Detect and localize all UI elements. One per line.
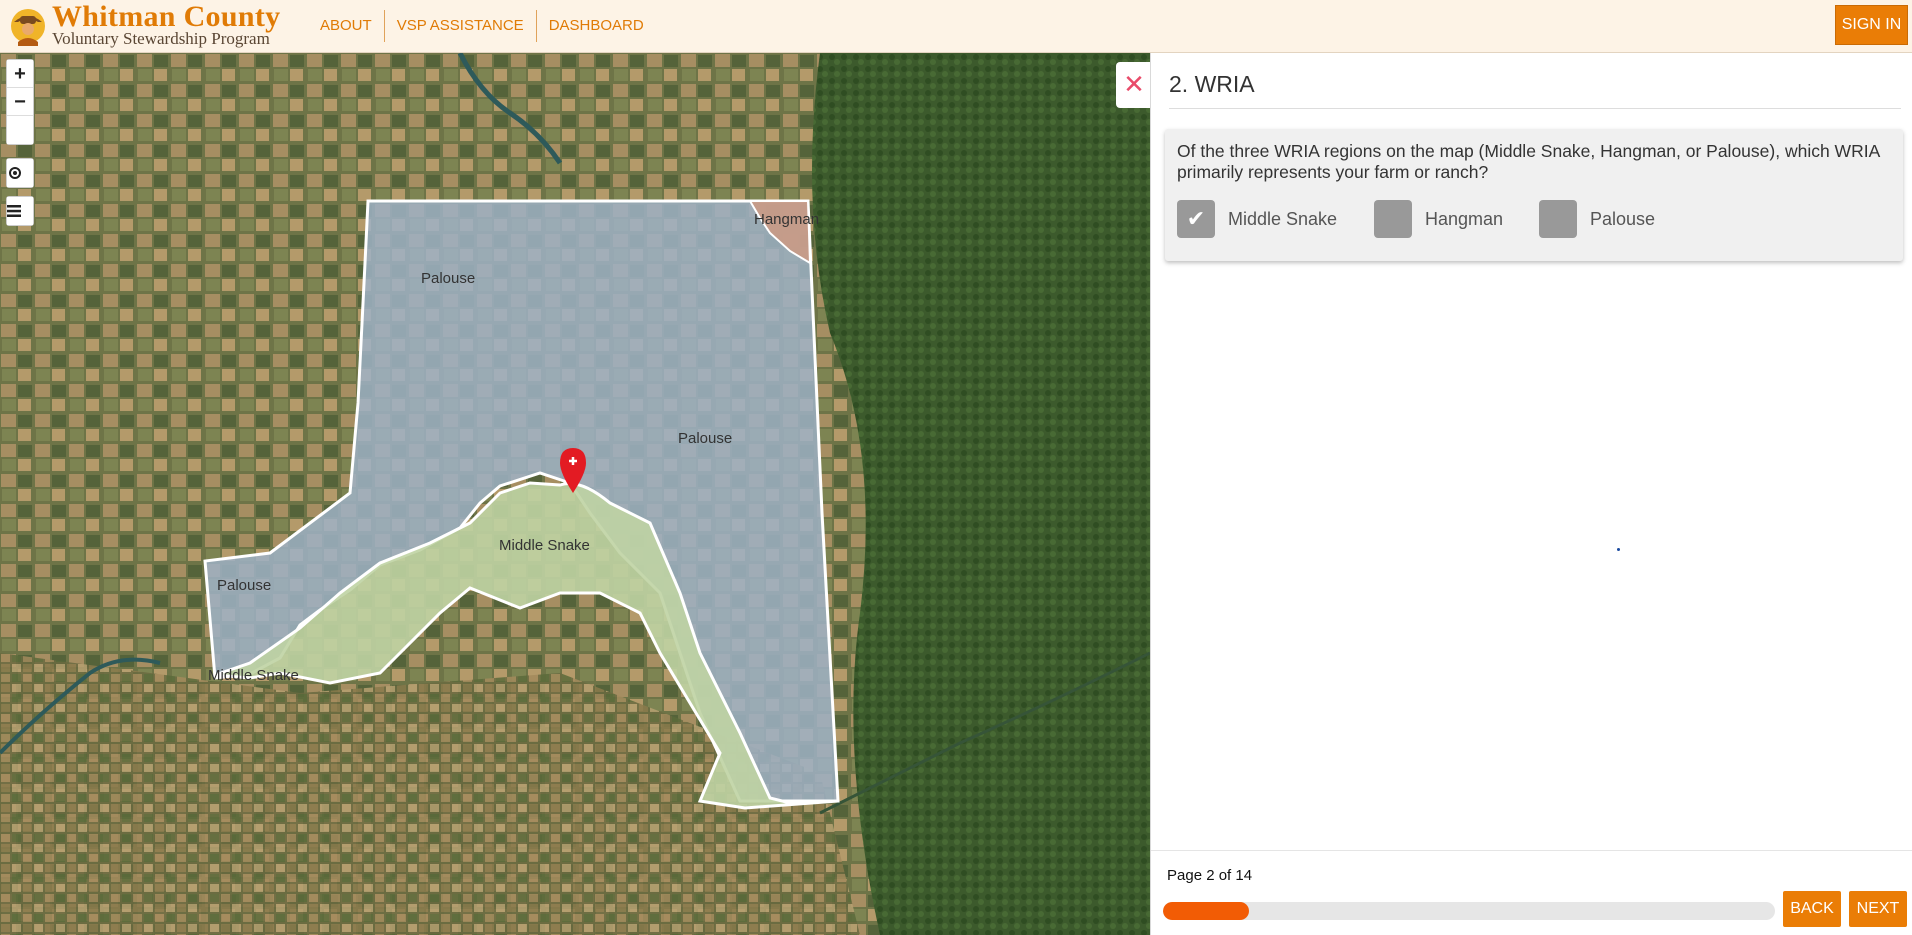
- zoom-spacer: [7, 116, 33, 144]
- survey-footer: Page 2 of 14 BACK NEXT: [1151, 850, 1912, 935]
- nav-dashboard[interactable]: DASHBOARD: [535, 10, 656, 42]
- question-title: 2. WRIA: [1169, 71, 1901, 109]
- option-hangman[interactable]: Hangman: [1374, 199, 1503, 239]
- checkbox-checked[interactable]: ✔: [1177, 200, 1215, 238]
- close-icon[interactable]: ✕: [1116, 62, 1152, 108]
- region-label-palouse-north: Palouse: [421, 270, 476, 287]
- zoom-in-button[interactable]: +: [7, 60, 33, 88]
- option-label: Hangman: [1425, 208, 1504, 229]
- top-header: Whitman County Voluntary Stewardship Pro…: [0, 0, 1912, 53]
- option-middle-snake[interactable]: ✔ Middle Snake: [1177, 199, 1337, 239]
- nav-about[interactable]: ABOUT: [308, 10, 384, 42]
- main-nav: ABOUT VSP ASSISTANCE DASHBOARD: [308, 10, 656, 42]
- logo-subtitle: Voluntary Stewardship Program: [52, 29, 270, 48]
- next-button[interactable]: NEXT: [1849, 891, 1907, 927]
- locate-control: [6, 158, 34, 188]
- site-logo[interactable]: Whitman County Voluntary Stewardship Pro…: [8, 0, 282, 50]
- zoom-out-button[interactable]: −: [7, 88, 33, 116]
- map-view[interactable]: Hangman Palouse Palouse Middle Snake Pal…: [0, 53, 1150, 935]
- nav-vsp-assistance[interactable]: VSP ASSISTANCE: [383, 10, 536, 42]
- satellite-map: [0, 53, 1150, 935]
- loading-dot: [1617, 548, 1620, 551]
- sign-in-button[interactable]: SIGN IN: [1835, 5, 1908, 45]
- region-label-middle-snake: Middle Snake: [499, 537, 590, 554]
- layers-control: [6, 196, 34, 226]
- option-label: Middle Snake: [1228, 208, 1338, 229]
- crosshair-icon[interactable]: [7, 159, 33, 187]
- progress-bar: [1163, 902, 1775, 920]
- region-label-palouse-west: Palouse: [217, 577, 272, 594]
- region-label-hangman: Hangman: [754, 211, 820, 228]
- survey-panel: 2. WRIA Of the three WRIA regions on the…: [1150, 53, 1912, 935]
- back-button[interactable]: BACK: [1783, 891, 1841, 927]
- page-indicator: Page 2 of 14: [1167, 867, 1253, 884]
- progress-fill: [1163, 902, 1249, 920]
- region-label-middle-snake-west: Middle Snake: [208, 667, 299, 684]
- checkbox[interactable]: [1539, 200, 1577, 238]
- region-label-palouse-east: Palouse: [678, 430, 733, 447]
- cowboy-logo-icon: [11, 9, 45, 46]
- option-label: Palouse: [1590, 208, 1656, 229]
- menu-icon[interactable]: [7, 197, 33, 225]
- zoom-control: + −: [6, 59, 34, 145]
- option-palouse[interactable]: Palouse: [1539, 199, 1655, 239]
- question-card: Of the three WRIA regions on the map (Mi…: [1165, 129, 1903, 261]
- question-text: Of the three WRIA regions on the map (Mi…: [1177, 141, 1880, 182]
- checkbox[interactable]: [1374, 200, 1412, 238]
